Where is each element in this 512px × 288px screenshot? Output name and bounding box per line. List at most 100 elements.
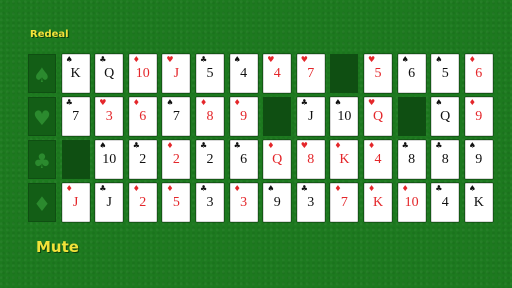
playing-card[interactable]: ♦ 7 [330, 183, 359, 222]
playing-card[interactable]: ♥ Q [364, 97, 392, 136]
club-icon: ♣ [99, 55, 107, 64]
diamond-icon: ♦ [334, 184, 342, 193]
card-rank: Q [104, 66, 115, 81]
playing-card[interactable]: ♥ 4 [263, 54, 292, 93]
card-rank: 4 [441, 195, 449, 210]
diamond-icon: ♦ [334, 141, 342, 150]
card-rank: 2 [139, 152, 147, 167]
playing-card[interactable]: ♣ 8 [431, 140, 460, 179]
card-rank: 2 [206, 152, 214, 167]
playing-card[interactable]: ♠ 9 [263, 183, 292, 222]
heart-icon: ♥ [368, 98, 376, 107]
playing-card[interactable]: ♦ K [364, 183, 392, 222]
playing-card[interactable]: ♦ Q [263, 140, 292, 179]
spade-icon: ♠ [267, 184, 275, 193]
heart-icon: ♥ [33, 106, 51, 130]
playing-card[interactable]: ♦ 10 [128, 54, 157, 93]
card-rank: 7 [340, 195, 348, 210]
club-icon: ♣ [300, 184, 308, 193]
playing-card[interactable]: ♠ 10 [330, 97, 359, 136]
card-rank: Q [272, 152, 283, 167]
playing-card[interactable]: ♦ 4 [364, 140, 392, 179]
empty-slot[interactable] [330, 54, 359, 93]
playing-card[interactable]: ♣ 4 [431, 183, 460, 222]
card-rank: J [106, 195, 112, 210]
playing-card[interactable]: ♠ K [464, 183, 493, 222]
card-rank: 10 [404, 195, 419, 210]
playing-card[interactable]: ♣ 6 [229, 140, 258, 179]
club-icon: ♣ [300, 98, 308, 107]
empty-slot[interactable] [263, 97, 292, 136]
card-rank: 8 [206, 109, 214, 124]
foundation-slot-spade: ♠ [28, 54, 56, 93]
playing-card[interactable]: ♦ 6 [464, 54, 493, 93]
card-rank: 10 [337, 109, 352, 124]
club-icon: ♣ [200, 55, 208, 64]
playing-card[interactable]: ♣ 3 [296, 183, 325, 222]
club-icon: ♣ [33, 149, 51, 173]
playing-card[interactable]: ♥ 8 [296, 140, 325, 179]
spade-icon: ♠ [233, 55, 241, 64]
card-rank: 8 [408, 152, 416, 167]
playing-card[interactable]: ♥ 5 [364, 54, 392, 93]
card-rank: 3 [105, 109, 113, 124]
playing-card[interactable]: ♠ K [61, 54, 90, 93]
playing-card[interactable]: ♥ J [162, 54, 191, 93]
card-rank: K [372, 195, 384, 210]
foundation-slot-heart: ♥ [28, 97, 56, 136]
playing-card[interactable]: ♦ 2 [162, 140, 191, 179]
empty-slot[interactable] [397, 97, 426, 136]
spade-icon: ♠ [435, 98, 443, 107]
club-icon: ♣ [132, 141, 140, 150]
diamond-icon: ♦ [166, 141, 174, 150]
playing-card[interactable]: ♣ 7 [61, 97, 90, 136]
card-rank: K [339, 152, 350, 167]
diamond-icon: ♦ [233, 98, 241, 107]
playing-card[interactable]: ♦ 10 [397, 183, 426, 222]
playing-card[interactable]: ♦ 5 [162, 183, 191, 222]
playing-card[interactable]: ♣ 3 [196, 183, 224, 222]
playing-card[interactable]: ♦ 9 [464, 97, 493, 136]
card-rank: 9 [240, 109, 248, 124]
diamond-icon: ♦ [166, 184, 174, 193]
playing-card[interactable]: ♣ 2 [128, 140, 157, 179]
playing-card[interactable]: ♣ J [296, 97, 325, 136]
diamond-icon: ♦ [65, 184, 73, 193]
card-rank: 5 [441, 66, 449, 81]
playing-card[interactable]: ♣ Q [95, 54, 124, 93]
playing-card[interactable]: ♠ 7 [162, 97, 191, 136]
card-rank: 3 [206, 195, 214, 210]
playing-card[interactable]: ♠ 9 [464, 140, 493, 179]
playing-card[interactable]: ♣ 5 [196, 54, 224, 93]
playing-card[interactable]: ♦ 6 [128, 97, 157, 136]
mute-button[interactable]: Mute [36, 238, 79, 256]
spade-icon: ♠ [468, 184, 476, 193]
playing-card[interactable]: ♥ 7 [296, 54, 325, 93]
playing-card[interactable]: ♦ 2 [128, 183, 157, 222]
playing-card[interactable]: ♣ 8 [397, 140, 426, 179]
playing-card[interactable]: ♥ 3 [95, 97, 124, 136]
playing-card[interactable]: ♦ 8 [196, 97, 224, 136]
playing-card[interactable]: ♠ 5 [431, 54, 460, 93]
playing-card[interactable]: ♠ 4 [229, 54, 258, 93]
diamond-icon: ♦ [267, 141, 275, 150]
diamond-icon: ♦ [132, 98, 140, 107]
playing-card[interactable]: ♠ 6 [397, 54, 426, 93]
empty-slot[interactable] [61, 140, 90, 179]
club-icon: ♣ [401, 141, 409, 150]
playing-card[interactable]: ♦ 3 [229, 183, 258, 222]
playing-card[interactable]: ♠ 10 [95, 140, 124, 179]
spade-icon: ♠ [166, 98, 174, 107]
card-rank: J [173, 66, 180, 81]
card-rank: K [70, 66, 81, 81]
card-rank: 10 [102, 152, 117, 167]
playing-card[interactable]: ♦ J [61, 183, 90, 222]
card-rank: 9 [475, 109, 483, 124]
playing-card[interactable]: ♦ K [330, 140, 359, 179]
heart-icon: ♥ [300, 141, 308, 150]
spade-icon: ♠ [99, 141, 107, 150]
playing-card[interactable]: ♠ Q [431, 97, 460, 136]
playing-card[interactable]: ♣ 2 [196, 140, 224, 179]
playing-card[interactable]: ♣ J [95, 183, 124, 222]
playing-card[interactable]: ♦ 9 [229, 97, 258, 136]
